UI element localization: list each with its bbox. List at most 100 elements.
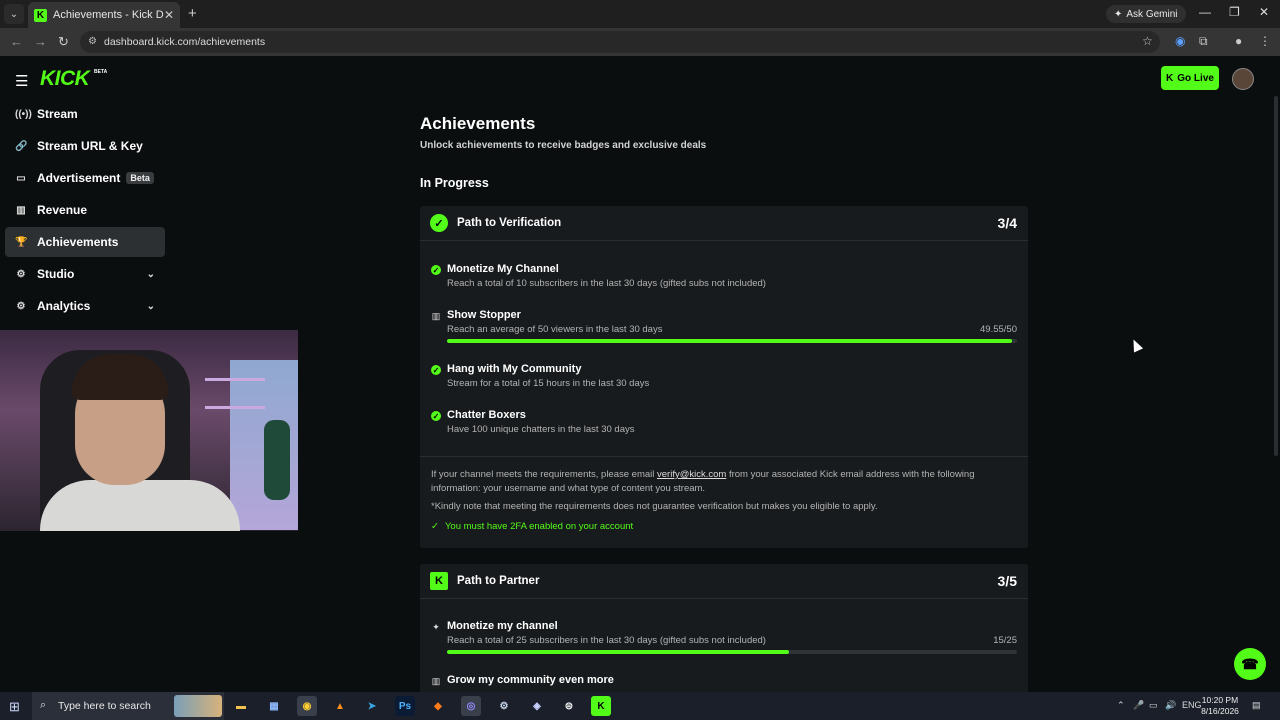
verified-badge-icon: ✓ [430, 214, 448, 232]
menu-dots-icon[interactable]: ⋮ [1259, 34, 1271, 48]
scrollbar[interactable] [1274, 96, 1278, 456]
browser-toolbar: ← → ↻ ⚙ dashboard.kick.com/achievements … [0, 28, 1280, 56]
sidebar-item-stream-url-key[interactable]: 🔗 Stream URL & Key [5, 131, 165, 161]
extension-icon[interactable]: ◉ [1175, 34, 1185, 48]
taskbar-search[interactable]: ⌕ Type here to search [32, 692, 224, 720]
bookmark-star-icon[interactable]: ☆ [1142, 34, 1153, 48]
address-bar[interactable]: ⚙ dashboard.kick.com/achievements [80, 31, 1160, 53]
sidebar-item-studio[interactable]: ⚙ Studio ⌄ [5, 259, 165, 289]
verification-card: ✓ Path to Verification 3/4 ✓ Monetize My… [420, 206, 1028, 548]
browser-tab[interactable]: K Achievements - Kick Dashboard ✕ [28, 2, 180, 28]
task-value: 15/25 [993, 635, 1017, 646]
bar-chart-icon: ▥ [431, 675, 441, 686]
sidebar-item-label: Stream [37, 107, 78, 121]
card-header: ✓ Path to Verification 3/4 [420, 206, 1028, 241]
task-description: Reach a total of 10 subscribers in the l… [447, 278, 766, 289]
back-icon[interactable]: ← [10, 34, 23, 49]
browser-tab-strip: ⌄ K Achievements - Kick Dashboard ✕ + ✦ … [0, 0, 1280, 28]
chevron-down-icon: ⌄ [146, 300, 155, 312]
task-value: 49.55/50 [980, 324, 1017, 335]
task-description: Have 100 unique chatters in the last 30 … [447, 424, 635, 435]
task-title: Monetize My Channel [447, 263, 559, 275]
reload-icon[interactable]: ↻ [58, 34, 69, 50]
close-tab-icon[interactable]: ✕ [164, 8, 174, 22]
tab-search-icon[interactable]: ⌄ [4, 4, 24, 24]
windows-taskbar: ⊞ ⌕ Type here to search ▬ ▦ ◉ ▲ ➤ Ps ◆ ◎… [0, 692, 1280, 720]
task-description: Reach a total of 25 subscribers in the l… [447, 635, 766, 646]
telegram-icon[interactable]: ➤ [362, 696, 382, 716]
checkmark-icon: ✓ [431, 521, 439, 532]
vlc-icon[interactable]: ▲ [330, 696, 350, 716]
task-title: Hang with My Community [447, 363, 582, 375]
restore-icon[interactable]: ❐ [1229, 5, 1240, 19]
discord-icon[interactable]: ◎ [461, 696, 481, 716]
sidebar-item-stream[interactable]: ((•)) Stream [5, 99, 165, 129]
sidebar-item-analytics[interactable]: ⚙ Analytics ⌄ [5, 291, 165, 321]
tab-title: Achievements - Kick Dashboard [53, 9, 164, 21]
card-progress: 3/4 [997, 215, 1017, 231]
verify-email-link[interactable]: verify@kick.com [657, 469, 726, 480]
chevron-down-icon: ⌄ [146, 268, 155, 280]
progress-bar [447, 650, 1017, 654]
windows-start-icon[interactable]: ⊞ [9, 699, 20, 715]
forward-icon[interactable]: → [34, 34, 47, 49]
trophy-icon: 🏆 [15, 236, 28, 248]
extensions-puzzle-icon[interactable]: ⧉ [1199, 34, 1208, 49]
requirement-text: You must have 2FA enabled on your accoun… [444, 521, 634, 532]
sidebar-item-label: Achievements [37, 235, 119, 249]
user-avatar[interactable] [1232, 68, 1254, 90]
sparkle-icon: ✦ [432, 621, 440, 632]
minimize-icon[interactable]: — [1199, 5, 1211, 19]
mouse-cursor-icon [1128, 337, 1144, 353]
taskbar-clock[interactable]: 10:20 PM 8/16/2026 [1196, 695, 1244, 717]
search-icon: ⌕ [40, 699, 47, 711]
steam-icon[interactable]: ⚙ [494, 696, 514, 716]
close-window-icon[interactable]: ✕ [1259, 5, 1269, 19]
app-diamond-icon[interactable]: ◈ [527, 696, 547, 716]
bar-chart-icon: ▥ [431, 310, 441, 321]
broadcast-icon: ((•)) [15, 108, 32, 120]
window-icon: ▭ [16, 172, 26, 184]
app-icon[interactable]: ▦ [264, 696, 284, 716]
ask-gemini-button[interactable]: ✦ Ask Gemini [1106, 5, 1186, 23]
network-icon[interactable]: ▭ [1149, 700, 1158, 711]
brave-icon[interactable]: ◆ [428, 696, 448, 716]
beta-badge: Beta [126, 172, 154, 184]
clock-date: 8/16/2026 [1201, 706, 1239, 716]
verification-note: If your channel meets the requirements, … [431, 468, 1017, 495]
logo-beta-badge: BETA [94, 69, 108, 75]
section-title: In Progress [420, 176, 489, 190]
kick-k-icon: K [430, 572, 448, 590]
kick-dashboard: ☰ KICK BETA K Go Live ((•)) Stream 🔗 Str… [0, 56, 1280, 704]
support-chat-button[interactable]: ☎ [1234, 648, 1266, 680]
tray-chevron-icon[interactable]: ⌃ [1117, 700, 1125, 711]
card-progress: 3/5 [997, 573, 1017, 589]
hamburger-menu-icon[interactable]: ☰ [15, 72, 28, 90]
new-tab-icon[interactable]: + [188, 5, 197, 22]
sidebar-item-advertisement[interactable]: ▭ Advertisement Beta [5, 163, 165, 193]
sidebar-item-label: Studio [37, 267, 75, 281]
go-live-button[interactable]: K Go Live [1161, 66, 1219, 90]
sidebar-item-achievements[interactable]: 🏆 Achievements [5, 227, 165, 257]
chrome-icon[interactable]: ◉ [297, 696, 317, 716]
streamer-body [40, 480, 240, 531]
profile-icon[interactable]: ● [1235, 34, 1242, 48]
gear-icon: ⚙ [16, 268, 26, 280]
task-title: Grow my community even more [447, 674, 614, 686]
notifications-icon[interactable]: ▤ [1252, 700, 1261, 711]
microphone-icon[interactable]: 🎤 [1133, 700, 1144, 711]
card-title: Path to Verification [457, 217, 562, 229]
sidebar-item-revenue[interactable]: ▥ Revenue [5, 195, 165, 225]
kick-k-icon: K [1166, 72, 1174, 84]
kick-favicon-icon: K [34, 8, 47, 22]
plant [264, 420, 290, 500]
sidebar-item-label: Analytics [37, 299, 91, 313]
file-explorer-icon[interactable]: ▬ [231, 696, 251, 716]
kick-app-icon[interactable]: K [591, 696, 611, 716]
volume-icon[interactable]: 🔊 [1165, 700, 1176, 711]
kick-logo[interactable]: KICK [40, 67, 90, 91]
site-info-icon[interactable]: ⚙ [88, 36, 97, 47]
obs-icon[interactable]: ⊜ [559, 696, 579, 716]
gear-icon: ⚙ [16, 300, 26, 312]
photoshop-icon[interactable]: Ps [395, 696, 415, 716]
